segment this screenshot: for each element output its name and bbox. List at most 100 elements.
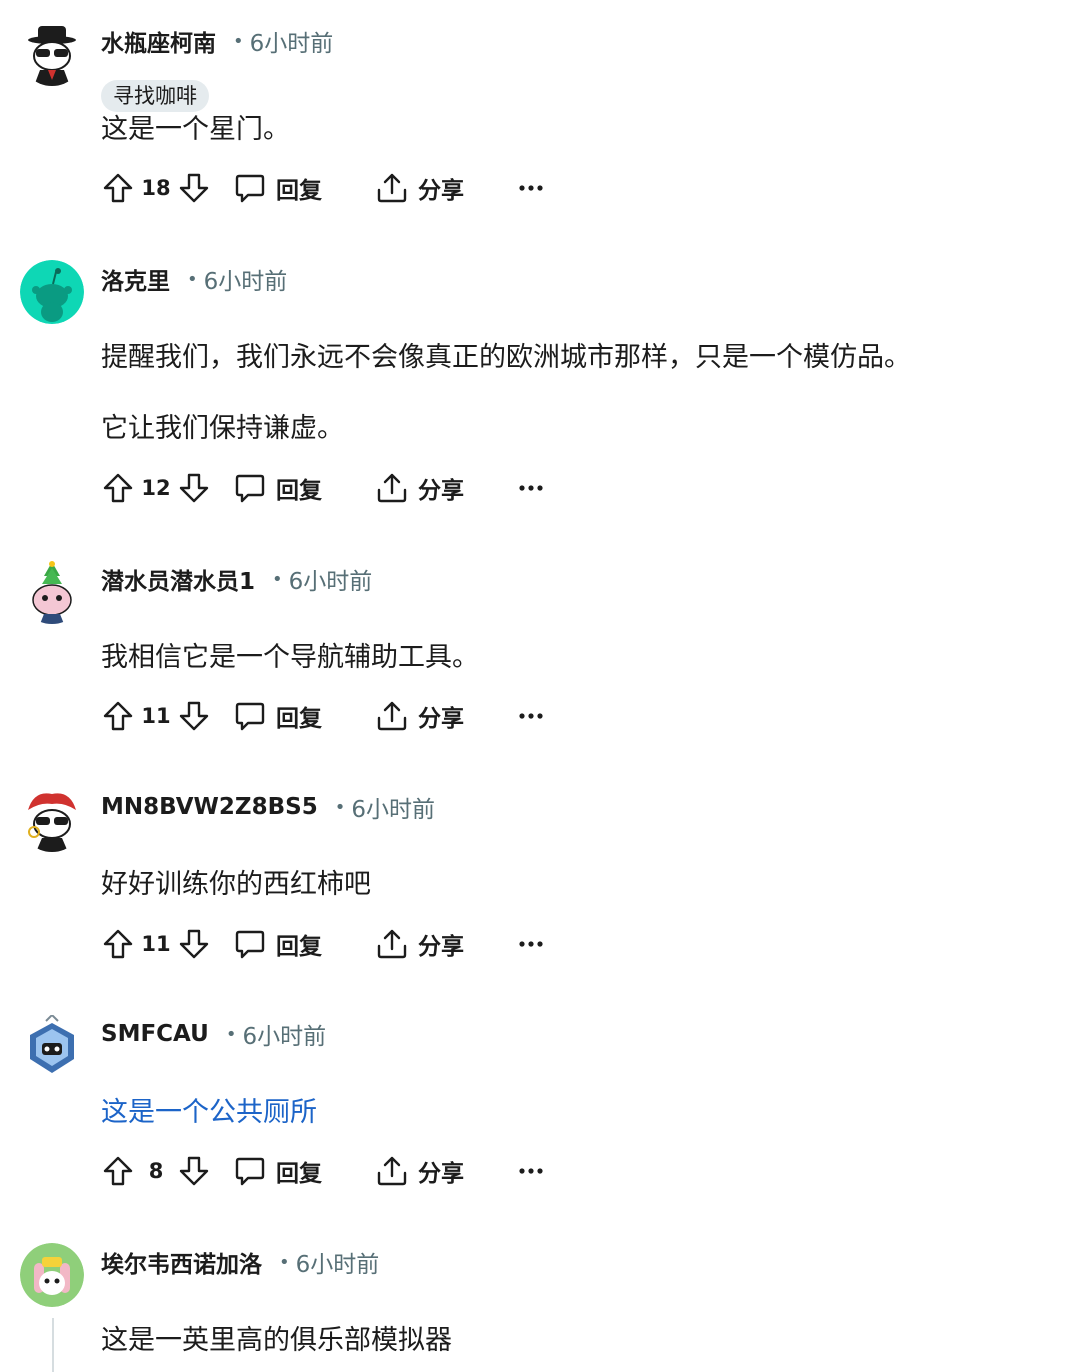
vote-score: 8 [148,1159,164,1183]
avatar[interactable] [20,1243,84,1307]
username[interactable]: 埃尔韦西诺加洛 [101,1245,262,1279]
share-upload-icon [376,172,408,204]
comment-text: 这是一个星门。 [101,114,290,145]
username[interactable]: 水瓶座柯南 [101,24,216,58]
timestamp[interactable]: 6小时前 [351,790,435,824]
avatar[interactable] [20,1015,84,1079]
share-button[interactable]: 分享 [376,924,464,964]
downvote-button[interactable] [174,468,214,508]
comment-actions: 11 回复 分享 [98,924,546,964]
comment-actions: 11 回复 分享 [98,696,546,736]
share-upload-icon [376,472,408,504]
separator-dot: • [279,1251,290,1273]
user-avatar-icon [20,1243,84,1307]
reply-label: 回复 [276,178,322,204]
more-options-button[interactable] [516,696,546,736]
username[interactable]: 潜水员潜水员1 [101,562,255,596]
thread-collapse-line[interactable] [52,1318,54,1372]
timestamp[interactable]: 6小时前 [204,262,288,296]
share-button[interactable]: 分享 [376,1151,464,1191]
reply-label: 回复 [276,934,322,960]
share-button[interactable]: 分享 [376,696,464,736]
username[interactable]: 洛克里 [101,262,170,296]
vote-score: 12 [141,476,171,500]
user-flair: 寻找咖啡 [101,80,209,112]
user-avatar-icon [20,22,84,86]
share-button[interactable]: 分享 [376,468,464,508]
user-avatar-icon [20,788,84,852]
share-label: 分享 [418,1161,464,1187]
ellipsis-icon [519,940,543,948]
reply-label: 回复 [276,478,322,504]
upvote-button[interactable] [98,1151,138,1191]
share-label: 分享 [418,478,464,504]
reply-label: 回复 [276,706,322,732]
username[interactable]: MN8BVW2Z8BS5 [101,794,318,820]
timestamp[interactable]: 6小时前 [242,1017,326,1051]
ellipsis-icon [519,712,543,720]
share-label: 分享 [418,178,464,204]
arrow-up-outline-icon [102,172,134,204]
arrow-up-outline-icon [102,700,134,732]
comment-link-text[interactable]: 这是一个公共厕所 [101,1095,317,1131]
upvote-button[interactable] [98,168,138,208]
upvote-button[interactable] [98,696,138,736]
more-options-button[interactable] [516,468,546,508]
speech-bubble-icon [234,928,266,960]
reply-button[interactable]: 回复 [234,696,322,736]
ellipsis-icon [519,1167,543,1175]
ellipsis-icon [519,184,543,192]
timestamp[interactable]: 6小时前 [296,1245,380,1279]
upvote-button[interactable] [98,924,138,964]
upvote-button[interactable] [98,468,138,508]
arrow-down-outline-icon [178,700,210,732]
downvote-button[interactable] [174,1151,214,1191]
avatar[interactable] [20,22,84,86]
comment-actions: 8 回复 分享 [98,1151,546,1191]
downvote-button[interactable] [174,168,214,208]
avatar[interactable] [20,560,84,624]
speech-bubble-icon [234,1155,266,1187]
share-upload-icon [376,1155,408,1187]
comment-text: 这是一英里高的俱乐部模拟器 [101,1325,452,1356]
share-upload-icon [376,700,408,732]
share-button[interactable]: 分享 [376,168,464,208]
avatar[interactable] [20,260,84,324]
more-options-button[interactable] [516,168,546,208]
share-label: 分享 [418,706,464,732]
user-avatar-icon [20,260,84,324]
share-label: 分享 [418,934,464,960]
speech-bubble-icon [234,700,266,732]
avatar[interactable] [20,788,84,852]
more-options-button[interactable] [516,924,546,964]
arrow-down-outline-icon [178,1155,210,1187]
reply-button[interactable]: 回复 [234,168,322,208]
arrow-up-outline-icon [102,472,134,504]
speech-bubble-icon [234,172,266,204]
speech-bubble-icon [234,472,266,504]
reply-button[interactable]: 回复 [234,1151,322,1191]
arrow-down-outline-icon [178,928,210,960]
arrow-down-outline-icon [178,172,210,204]
downvote-button[interactable] [174,696,214,736]
reply-button[interactable]: 回复 [234,468,322,508]
downvote-button[interactable] [174,924,214,964]
timestamp[interactable]: 6小时前 [250,24,334,58]
reply-button[interactable]: 回复 [234,924,322,964]
username[interactable]: SMFCAU [101,1021,209,1047]
timestamp[interactable]: 6小时前 [289,562,373,596]
comment-actions: 12 回复 分享 [98,468,546,508]
arrow-down-outline-icon [178,472,210,504]
more-options-button[interactable] [516,1151,546,1191]
comment-text: 它让我们保持谦虚。 [101,413,344,444]
vote-score: 18 [141,176,171,200]
separator-dot: • [225,1023,237,1045]
comment-actions: 18 回复 分享 [98,168,546,208]
separator-dot: • [334,796,346,818]
separator-dot: • [272,568,283,590]
arrow-up-outline-icon [102,928,134,960]
user-avatar-icon [20,1015,84,1079]
vote-score: 11 [141,932,171,956]
share-upload-icon [376,928,408,960]
comment-text: 提醒我们，我们永远不会像真正的欧洲城市那样，只是一个模仿品。 [101,342,911,373]
